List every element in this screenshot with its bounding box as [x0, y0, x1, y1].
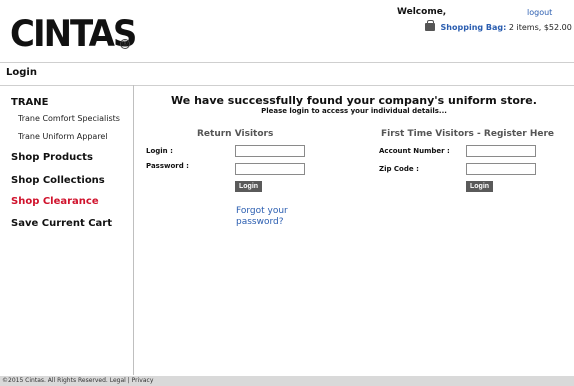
first-time-visitors-title: First Time Visitors - Register Here: [381, 129, 554, 139]
zip-code-input[interactable]: [466, 163, 536, 175]
zip-code-label: Zip Code :: [379, 165, 419, 173]
password-label: Password :: [146, 162, 189, 170]
sidebar-item-shop-collections[interactable]: Shop Collections: [11, 175, 105, 186]
sidebar-item-shop-products[interactable]: Shop Products: [11, 152, 93, 163]
sidebar-company[interactable]: TRANE: [11, 97, 48, 108]
login-input[interactable]: [235, 145, 305, 157]
login-panel: We have successfully found your company'…: [134, 85, 574, 375]
shopping-bag-label[interactable]: Shopping Bag:: [441, 23, 507, 32]
sidebar: TRANE Trane Comfort Specialists Trane Un…: [0, 85, 134, 375]
registered-mark: ®: [120, 39, 130, 49]
page-title: Login: [6, 67, 37, 78]
headline: We have successfully found your company'…: [171, 94, 537, 107]
subline: Please login to access your individual d…: [261, 107, 447, 115]
welcome-text: Welcome,: [397, 7, 447, 17]
sidebar-item-shop-clearance[interactable]: Shop Clearance: [11, 196, 99, 207]
sidebar-item-trane-uniform-apparel[interactable]: Trane Uniform Apparel: [18, 132, 108, 141]
shopping-bag-icon[interactable]: [425, 20, 435, 31]
footer: ©2015 Cintas. All Rights Reserved. Legal…: [0, 376, 574, 386]
account-number-input[interactable]: [466, 145, 536, 157]
password-input[interactable]: [235, 163, 305, 175]
sidebar-item-save-current-cart[interactable]: Save Current Cart: [11, 218, 112, 229]
shopping-bag-summary: 2 items, $52.00: [508, 23, 572, 32]
sidebar-item-trane-comfort-specialists[interactable]: Trane Comfort Specialists: [18, 114, 120, 123]
shopping-bag[interactable]: Shopping Bag: 2 items, $52.00: [425, 20, 572, 32]
cintas-logo[interactable]: CINTAS: [10, 12, 137, 55]
forgot-password-link[interactable]: Forgot your password?: [236, 206, 316, 228]
logout-link[interactable]: logout: [527, 8, 552, 17]
footer-text: ©2015 Cintas. All Rights Reserved. Legal…: [2, 377, 154, 384]
header: CINTAS ® Welcome, logout Shopping Bag: 2…: [0, 0, 574, 62]
page-title-bar: Login: [0, 62, 574, 86]
return-visitors-title: Return Visitors: [197, 129, 274, 139]
login-label: Login :: [146, 147, 173, 155]
account-number-label: Account Number :: [379, 147, 450, 155]
register-login-button[interactable]: Login: [466, 181, 494, 192]
return-login-button[interactable]: Login: [235, 181, 263, 192]
